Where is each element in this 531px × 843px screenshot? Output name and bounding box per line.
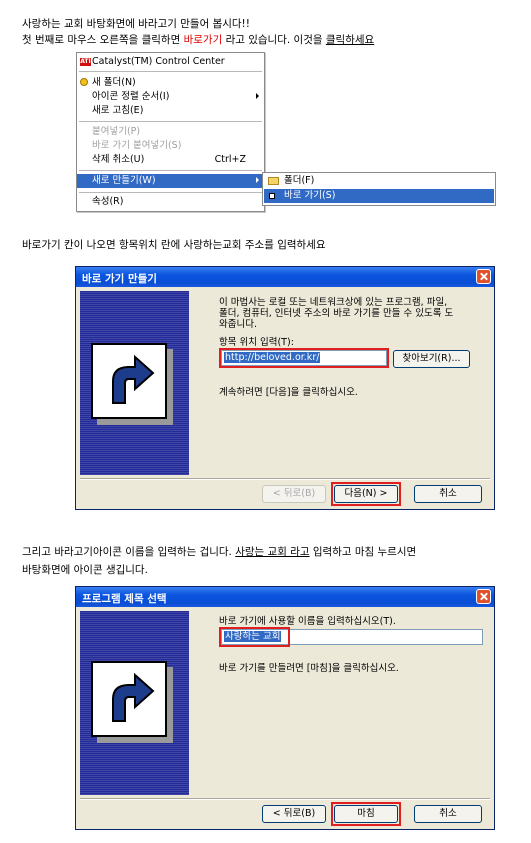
intro-line-2: 첫 번째로 마우스 오른쪽을 클릭하면 바로가기 라고 있습니다. 이것을 클릭… [22, 32, 374, 47]
location-label: 항목 위치 입력(T): [219, 337, 294, 348]
submenu-item-shortcut[interactable]: 바로 가기(S) [264, 189, 494, 203]
submenu-arrow-icon [256, 177, 259, 183]
menu-item-label: 새로 고침(E) [92, 105, 144, 116]
wizard-side-panel [80, 291, 189, 475]
menu-separator [79, 121, 262, 122]
intro-underlined-text: 클릭하세요 [325, 34, 375, 46]
step3-line-2: 바탕화면에 아이콘 생깁니다. [22, 564, 148, 576]
menu-item-new[interactable]: 새로 만들기(W) [77, 174, 264, 188]
step3-text-b: 입력하고 마침 누르시면 [309, 546, 417, 558]
intro-line-1: 사랑하는 교회 바탕화면에 바라고기 만들어 봅시다!! [22, 18, 250, 30]
intro-text-a: 첫 번째로 마우스 오른쪽을 클릭하면 [22, 34, 184, 46]
menu-item-label: 붙여넣기(P) [92, 126, 141, 137]
menu-item-undo-delete[interactable]: 삭제 취소(U) Ctrl+Z [77, 153, 264, 166]
menu-item-label: 새 폴더(N) [92, 77, 136, 88]
description-line: 와줍니다. [219, 319, 257, 330]
titlebar: 바로 가기 만들기 [76, 267, 494, 287]
shortcut-arrow-icon [91, 661, 167, 737]
back-button[interactable]: < 뒤로(B) [262, 485, 326, 503]
select-title-dialog: 프로그램 제목 선택 바로 가기에 사용할 이름을 입력하십시오(T). 사랑하… [75, 586, 495, 830]
annotation-highlight-box [219, 627, 290, 647]
browse-button[interactable]: 찾아보기(R)... [393, 350, 470, 368]
back-button[interactable]: < 뒤로(B) [262, 805, 326, 823]
menu-item-label: 아이콘 정렬 순서(I) [92, 91, 170, 102]
shortcut-arrow-icon [91, 343, 167, 419]
intro-red-text: 바로가기 [183, 34, 223, 46]
step3-line-1: 그리고 바라고기아이콘 이름을 입력하는 겁니다. 사랑는 교회 라고 입력하고… [22, 544, 416, 559]
cancel-button[interactable]: 취소 [414, 805, 482, 823]
submenu-item-folder[interactable]: 폴더(F) [264, 174, 494, 188]
menu-item-label: 새로 만들기(W) [92, 175, 156, 186]
menu-item-refresh[interactable]: 새로 고침(E) [77, 104, 264, 117]
description-line: 이 마법사는 로컬 또는 네트워크상에 있는 프로그램, 파일, [219, 297, 448, 308]
menu-separator [79, 170, 262, 171]
name-label: 바로 가기에 사용할 이름을 입력하십시오(T). [219, 616, 396, 627]
ati-logo-icon: ATI [80, 58, 91, 66]
menu-item-properties[interactable]: 속성(R) [77, 195, 264, 208]
menu-item-catalyst[interactable]: ATI Catalyst(TM) Control Center [77, 55, 264, 68]
submenu-item-label: 바로 가기(S) [284, 190, 336, 201]
finish-instruction: 바로 가기를 만들려면 [마침]을 클릭하십시오. [219, 663, 399, 674]
button-divider [80, 798, 490, 800]
continue-instruction: 계속하려면 [다음]을 클릭하십시오. [219, 387, 358, 398]
menu-item-label: 삭제 취소(U) [92, 154, 145, 165]
step2-instruction: 바로가기 칸이 나오면 항목위치 란에 사랑하는교회 주소를 입력하세요 [22, 239, 326, 251]
submenu-arrow-icon [256, 93, 259, 99]
button-divider [80, 478, 490, 480]
annotation-highlight-box [331, 482, 401, 506]
close-icon[interactable] [476, 269, 491, 284]
menu-separator [79, 192, 262, 193]
menu-separator [79, 71, 262, 72]
dialog-title: 바로 가기 만들기 [82, 273, 157, 285]
menu-item-label: 바로 가기 붙여넣기(S) [92, 140, 182, 151]
titlebar: 프로그램 제목 선택 [76, 587, 494, 607]
wizard-side-panel [80, 611, 189, 795]
menu-item-paste[interactable]: 붙여넣기(P) [77, 125, 264, 138]
description-line: 폴더, 컴퓨터, 인터넷 주소의 바로 가기를 만들 수 있도록 도 [219, 308, 454, 319]
create-shortcut-dialog: 바로 가기 만들기 이 마법사는 로컬 또는 네트워크상에 있는 프로그램, 파… [75, 266, 495, 510]
cancel-button[interactable]: 취소 [414, 485, 482, 503]
shortcut-icon [269, 193, 275, 199]
submenu-item-label: 폴더(F) [284, 175, 315, 186]
close-icon[interactable] [476, 589, 491, 604]
dialog-title: 프로그램 제목 선택 [82, 593, 167, 605]
wizard-description: 이 마법사는 로컬 또는 네트워크상에 있는 프로그램, 파일, 폴더, 컴퓨터… [219, 297, 481, 330]
menu-item-shortcut: Ctrl+Z [214, 154, 246, 165]
context-menu: ATI Catalyst(TM) Control Center 새 폴더(N) … [76, 52, 265, 212]
annotation-highlight-box [331, 802, 401, 826]
new-folder-icon [80, 78, 88, 86]
menu-item-new-folder[interactable]: 새 폴더(N) [77, 76, 264, 89]
menu-item-label: Catalyst(TM) Control Center [92, 56, 225, 67]
annotation-highlight-box [219, 348, 389, 368]
folder-icon [268, 177, 279, 185]
menu-item-paste-shortcut[interactable]: 바로 가기 붙여넣기(S) [77, 139, 264, 152]
menu-item-arrange-icons[interactable]: 아이콘 정렬 순서(I) [77, 90, 264, 103]
new-submenu: 폴더(F) 바로 가기(S) [262, 172, 496, 206]
step3-text-a: 그리고 바라고기아이콘 이름을 입력하는 겁니다. [22, 546, 236, 558]
step3-underlined-text: 사랑는 교회 라고 [235, 546, 310, 558]
menu-item-label: 속성(R) [92, 196, 124, 207]
intro-text-b: 라고 있습니다. 이것을 [222, 34, 326, 46]
